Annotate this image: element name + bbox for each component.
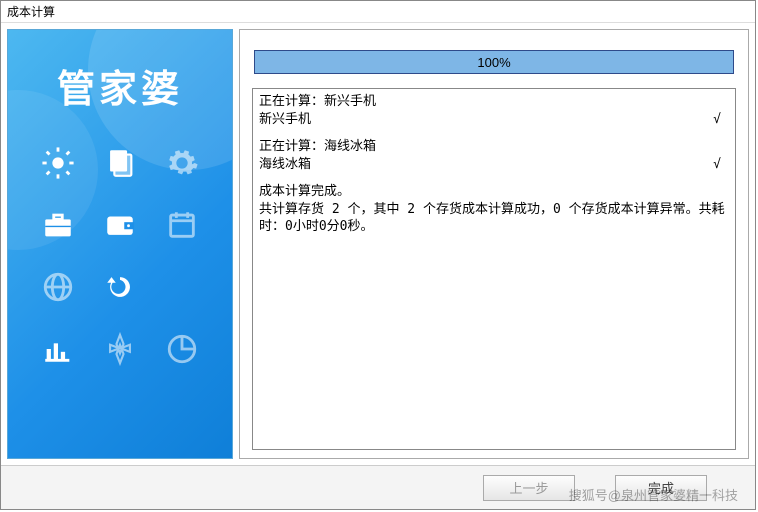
finish-button[interactable]: 完成 [615, 475, 707, 501]
calendar-icon [156, 203, 208, 247]
window-body: 管家婆 100% 正在计算：新兴手机新兴手机√正在计算：海线 [1, 23, 755, 465]
sun-icon [32, 141, 84, 185]
footer: 上一步 完成 [1, 465, 755, 509]
progress-label: 100% [255, 51, 733, 73]
pie-chart-icon [156, 327, 208, 371]
bar-chart-icon [32, 327, 84, 371]
prev-button[interactable]: 上一步 [483, 475, 575, 501]
documents-icon [94, 141, 146, 185]
undo-icon [94, 265, 146, 309]
briefcase-icon [32, 203, 84, 247]
placeholder-icon [156, 265, 208, 309]
brand-title: 管家婆 [8, 30, 232, 131]
window: 成本计算 管家婆 100% 正 [0, 0, 756, 510]
log-line: 海线冰箱√ [259, 156, 729, 174]
sidebar: 管家婆 [7, 29, 233, 459]
window-title: 成本计算 [1, 1, 755, 23]
log-line: 成本计算完成。 [259, 183, 729, 201]
log-line: 正在计算：海线冰箱 [259, 138, 729, 156]
log-output: 正在计算：新兴手机新兴手机√ 正在计算：海线冰箱海线冰箱√ 成本计算完成。共计算存货… [252, 88, 736, 450]
log-line: 共计算存货 2 个，其中 2 个存货成本计算成功，0 个存货成本计算异常。共耗时… [259, 201, 729, 236]
main-panel: 100% 正在计算：新兴手机新兴手机√ 正在计算：海线冰箱海线冰箱√ 成本计算完成。… [239, 29, 749, 459]
log-line: 新兴手机√ [259, 111, 729, 129]
globe-icon [32, 265, 84, 309]
sidebar-icon-grid [8, 131, 232, 371]
star-icon [94, 327, 146, 371]
log-line: 正在计算：新兴手机 [259, 93, 729, 111]
gear-icon [156, 141, 208, 185]
wallet-icon [94, 203, 146, 247]
progress-bar: 100% [254, 50, 734, 74]
